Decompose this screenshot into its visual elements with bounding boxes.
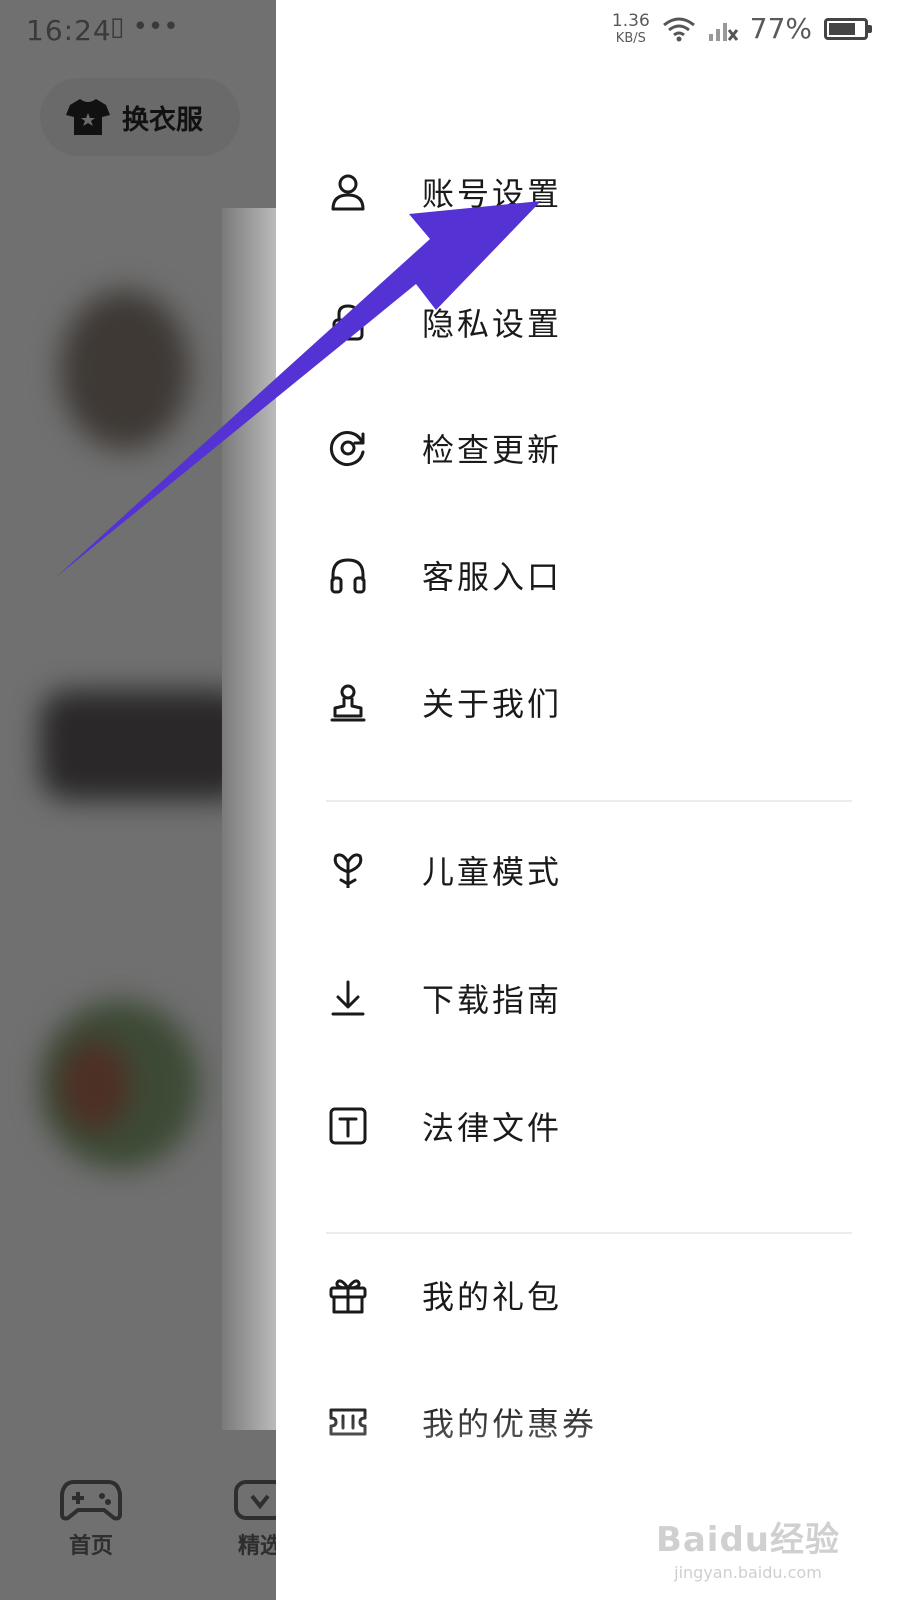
status-time: 16:24 — [26, 14, 112, 47]
blurred-thumbnail — [60, 1040, 130, 1130]
menu-label: 下载指南 — [422, 981, 563, 1019]
menu-item-about-us[interactable]: 关于我们 — [326, 662, 846, 742]
menu-label: 账号设置 — [422, 175, 563, 213]
menu-label: 检查更新 — [422, 431, 563, 469]
battery-icon — [824, 17, 872, 40]
wifi-icon — [662, 17, 695, 41]
network-speed: 1.36 KB/S — [611, 10, 650, 46]
menu-item-customer-service[interactable]: 客服入口 — [326, 535, 846, 615]
menu-label: 关于我们 — [422, 685, 563, 723]
screen: 16:24 ▯ ••• 换衣服 首页 精选 1.36 KB/S 77% 账号设置… — [0, 0, 900, 1600]
menu-label: 我的优惠券 — [422, 1405, 598, 1443]
menu-label: 隐私设置 — [422, 305, 563, 343]
divider — [326, 1232, 852, 1234]
signal-icon — [708, 22, 738, 41]
refresh-icon — [326, 426, 370, 470]
change-clothes-button[interactable]: 换衣服 — [40, 78, 240, 156]
headphones-icon — [326, 553, 370, 597]
menu-item-privacy-settings[interactable]: 隐私设置 — [326, 282, 846, 362]
gift-icon — [326, 1273, 370, 1317]
about-icon — [326, 680, 370, 724]
menu-item-legal-documents[interactable]: 法律文件 — [326, 1086, 846, 1166]
tab-home[interactable]: 首页 — [60, 1478, 122, 1560]
menu-item-account-settings[interactable]: 账号设置 — [326, 152, 846, 232]
menu-item-my-coupons[interactable]: 我的优惠券 — [326, 1382, 846, 1462]
network-speed-unit: KB/S — [615, 30, 646, 46]
watermark-sub: jingyan.baidu.com — [674, 1563, 822, 1582]
coupon-icon — [326, 1400, 370, 1444]
network-speed-value: 1.36 — [611, 10, 650, 31]
menu-item-download-guide[interactable]: 下载指南 — [326, 958, 846, 1038]
lock-icon — [326, 300, 370, 344]
user-icon — [326, 170, 370, 214]
menu-label: 儿童模式 — [422, 853, 563, 891]
menu-item-check-update[interactable]: 检查更新 — [326, 408, 846, 488]
sprout-icon — [326, 848, 370, 892]
divider — [326, 800, 852, 802]
blurred-thumbnail — [40, 690, 250, 800]
status-bar-right: 1.36 KB/S 77% — [611, 10, 872, 46]
blurred-thumbnail — [60, 290, 190, 450]
download-icon — [326, 976, 370, 1020]
menu-item-my-gifts[interactable]: 我的礼包 — [326, 1255, 846, 1335]
menu-label: 客服入口 — [422, 558, 563, 596]
tshirt-icon — [66, 99, 110, 135]
gamepad-icon — [60, 1480, 122, 1521]
menu-item-kids-mode[interactable]: 儿童模式 — [326, 830, 846, 910]
menu-label: 我的礼包 — [422, 1278, 563, 1316]
baidu-watermark: Baidu经验 jingyan.baidu.com — [656, 1512, 840, 1582]
background-app[interactable]: 16:24 ▯ ••• 换衣服 首页 精选 — [0, 0, 286, 1600]
battery-fill — [829, 22, 856, 35]
menu-label: 法律文件 — [422, 1109, 563, 1147]
watermark-main: Baidu经验 — [655, 1520, 840, 1560]
feed-edge — [222, 208, 278, 1430]
status-left-icons: ▯ ••• — [110, 12, 179, 42]
battery-percent: 77% — [749, 12, 812, 45]
document-t-icon — [326, 1104, 370, 1148]
change-clothes-label: 换衣服 — [122, 104, 203, 136]
tab-home-label: 首页 — [68, 1534, 113, 1559]
side-drawer: 1.36 KB/S 77% 账号设置 隐私设置 检查更新 客服入口 关于我们 儿… — [276, 0, 900, 1600]
